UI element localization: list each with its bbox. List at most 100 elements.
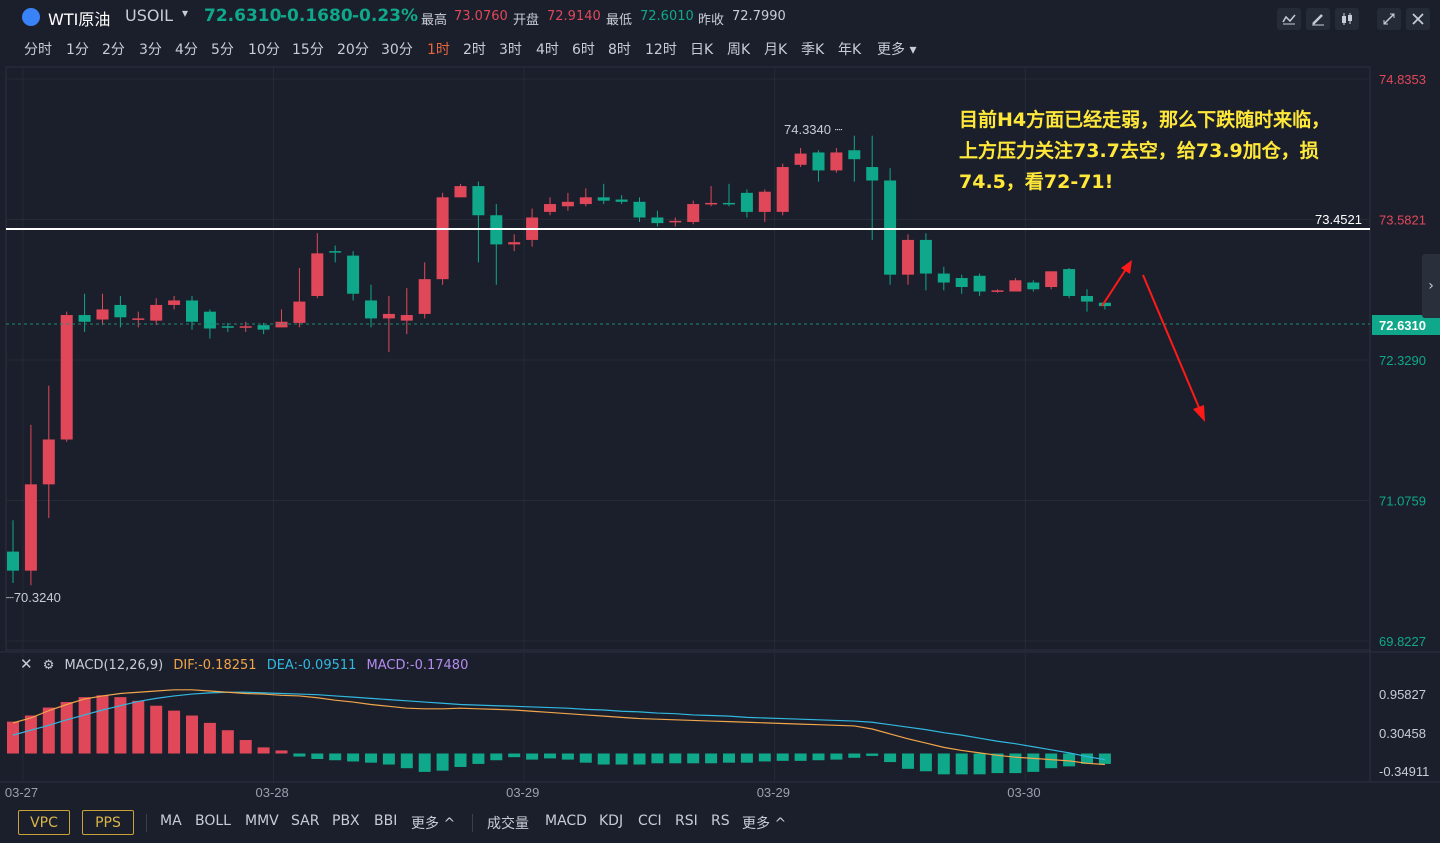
macd-bar bbox=[257, 747, 270, 754]
macd-bar bbox=[866, 753, 879, 756]
sub-indicator-1[interactable]: MACD bbox=[545, 813, 587, 829]
macd-bar bbox=[687, 753, 700, 764]
macd-bar bbox=[132, 700, 145, 754]
x-tick-label: 03-30 bbox=[1007, 785, 1040, 800]
candle-body bbox=[24, 484, 37, 571]
tab-period-11[interactable]: 2时 bbox=[463, 39, 486, 59]
analysis-annotation: 目前H4方面已经走弱，那么下跌随时来临，上方压力关注73.7去空，给73.9加仓… bbox=[959, 109, 1331, 193]
sub-indicator-4[interactable]: RSI bbox=[675, 813, 698, 829]
candle-body bbox=[830, 152, 843, 171]
macd-tick-label: 0.30458 bbox=[1379, 726, 1426, 741]
min-price-label: ┈70.3240 bbox=[6, 590, 61, 605]
macd-bar bbox=[776, 753, 789, 761]
overlay-5[interactable]: BBI bbox=[374, 813, 397, 829]
price-change: -0.1680 bbox=[280, 6, 353, 26]
overlay-4[interactable]: PBX bbox=[332, 813, 360, 829]
draw-pen-icon[interactable] bbox=[1306, 8, 1330, 30]
sub-indicator-2[interactable]: KDJ bbox=[599, 813, 623, 829]
tab-period-19[interactable]: 月K bbox=[764, 39, 787, 59]
candle-body bbox=[436, 197, 449, 280]
macd-bar bbox=[597, 753, 610, 765]
macd-title: MACD(12,26,9) bbox=[64, 658, 164, 673]
tab-period-10[interactable]: 1时 bbox=[427, 39, 450, 59]
candle-body bbox=[42, 439, 55, 485]
tab-period-5[interactable]: 5分 bbox=[211, 39, 234, 59]
candle-body bbox=[902, 239, 914, 275]
candle-body bbox=[866, 167, 879, 181]
candle-body bbox=[579, 197, 592, 205]
macd-bar bbox=[561, 753, 574, 760]
open-value: 72.9140 bbox=[547, 9, 601, 24]
macd-bar bbox=[884, 753, 897, 763]
settings-icon[interactable]: ⚙ bbox=[43, 658, 55, 673]
candle-body bbox=[1009, 280, 1022, 292]
candle-body bbox=[293, 301, 306, 323]
candle-type-icon[interactable] bbox=[1335, 8, 1359, 30]
candle-body bbox=[973, 275, 986, 292]
tab-period-14[interactable]: 6时 bbox=[572, 39, 595, 59]
macd-bar bbox=[812, 753, 825, 761]
instrument-symbol[interactable]: USOIL bbox=[125, 6, 173, 25]
overlay-0[interactable]: MA bbox=[160, 813, 182, 829]
candle-body bbox=[561, 201, 574, 207]
overlay-1[interactable]: BOLL bbox=[195, 813, 231, 829]
tab-period-6[interactable]: 10分 bbox=[248, 39, 280, 59]
macd-bar bbox=[454, 753, 467, 767]
sub-indicator-5[interactable]: RS bbox=[711, 813, 730, 829]
x-tick-label: 03-28 bbox=[256, 785, 289, 800]
low-label: 最低 bbox=[606, 13, 633, 28]
candle-body bbox=[382, 313, 395, 319]
sub-indicator-3[interactable]: CCI bbox=[638, 813, 662, 829]
overlay-6[interactable]: 更多 ^ bbox=[411, 813, 455, 833]
tab-period-13[interactable]: 4时 bbox=[536, 39, 559, 59]
overlay-3[interactable]: SAR bbox=[291, 813, 319, 829]
macd-bar bbox=[991, 753, 1004, 774]
period-tabs: 分时 1分 2分 3分 4分 5分 10分 15分 20分 30分 1时 2时 3时 4时 6时 8时 12时日… bbox=[0, 36, 1440, 64]
indicator-pps-button[interactable]: PPS bbox=[82, 810, 134, 835]
tab-period-8[interactable]: 20分 bbox=[337, 39, 369, 59]
tab-period-22[interactable]: 更多 ▾ bbox=[877, 39, 916, 59]
macd-bar bbox=[239, 740, 252, 754]
close-icon[interactable]: ✕ bbox=[20, 655, 33, 673]
sub-indicator-6[interactable]: 更多 ^ bbox=[742, 813, 786, 833]
candle-body bbox=[508, 242, 521, 245]
tab-period-1[interactable]: 1分 bbox=[66, 39, 89, 59]
indicator-icon[interactable] bbox=[1277, 8, 1301, 30]
candle-body bbox=[687, 204, 700, 222]
chevron-down-icon[interactable]: ▾ bbox=[182, 6, 188, 20]
tab-period-9[interactable]: 30分 bbox=[381, 39, 413, 59]
tab-period-3[interactable]: 3分 bbox=[139, 39, 162, 59]
tab-period-15[interactable]: 8时 bbox=[608, 39, 631, 59]
overlay-2[interactable]: MMV bbox=[245, 813, 279, 829]
tab-period-7[interactable]: 15分 bbox=[292, 39, 324, 59]
fullscreen-icon[interactable] bbox=[1377, 8, 1401, 30]
close-icon[interactable] bbox=[1406, 8, 1430, 30]
macd-bar bbox=[579, 753, 592, 763]
candle-body bbox=[221, 326, 234, 328]
macd-bar bbox=[794, 753, 807, 761]
candle-body bbox=[776, 167, 789, 212]
sub-indicator-0[interactable]: 成交量 bbox=[487, 813, 529, 833]
tab-period-4[interactable]: 4分 bbox=[175, 39, 198, 59]
macd-bar bbox=[168, 710, 181, 754]
candle-body bbox=[723, 202, 735, 205]
tab-period-18[interactable]: 周K bbox=[727, 39, 750, 59]
candle-body bbox=[1027, 282, 1040, 290]
macd-bar bbox=[329, 753, 342, 761]
candle-body bbox=[78, 315, 91, 322]
x-tick-label: 03-29 bbox=[506, 785, 539, 800]
tab-period-20[interactable]: 季K bbox=[801, 39, 824, 59]
tab-period-2[interactable]: 2分 bbox=[102, 39, 125, 59]
macd-bar bbox=[919, 753, 932, 772]
instrument-icon bbox=[22, 8, 40, 26]
tab-period-16[interactable]: 12时 bbox=[645, 39, 677, 59]
tab-period-21[interactable]: 年K bbox=[838, 39, 861, 59]
tab-period-12[interactable]: 3时 bbox=[499, 39, 522, 59]
tab-period-0[interactable]: 分时 bbox=[24, 39, 52, 59]
instrument-name[interactable]: WTI原油 bbox=[48, 6, 110, 30]
macd-bar bbox=[96, 695, 109, 754]
indicator-vpc-button[interactable]: VPC bbox=[18, 810, 70, 835]
tab-period-17[interactable]: 日K bbox=[690, 39, 713, 59]
y-tick-label: 74.8353 bbox=[1379, 72, 1426, 87]
expand-panel-icon[interactable]: › bbox=[1422, 254, 1440, 318]
